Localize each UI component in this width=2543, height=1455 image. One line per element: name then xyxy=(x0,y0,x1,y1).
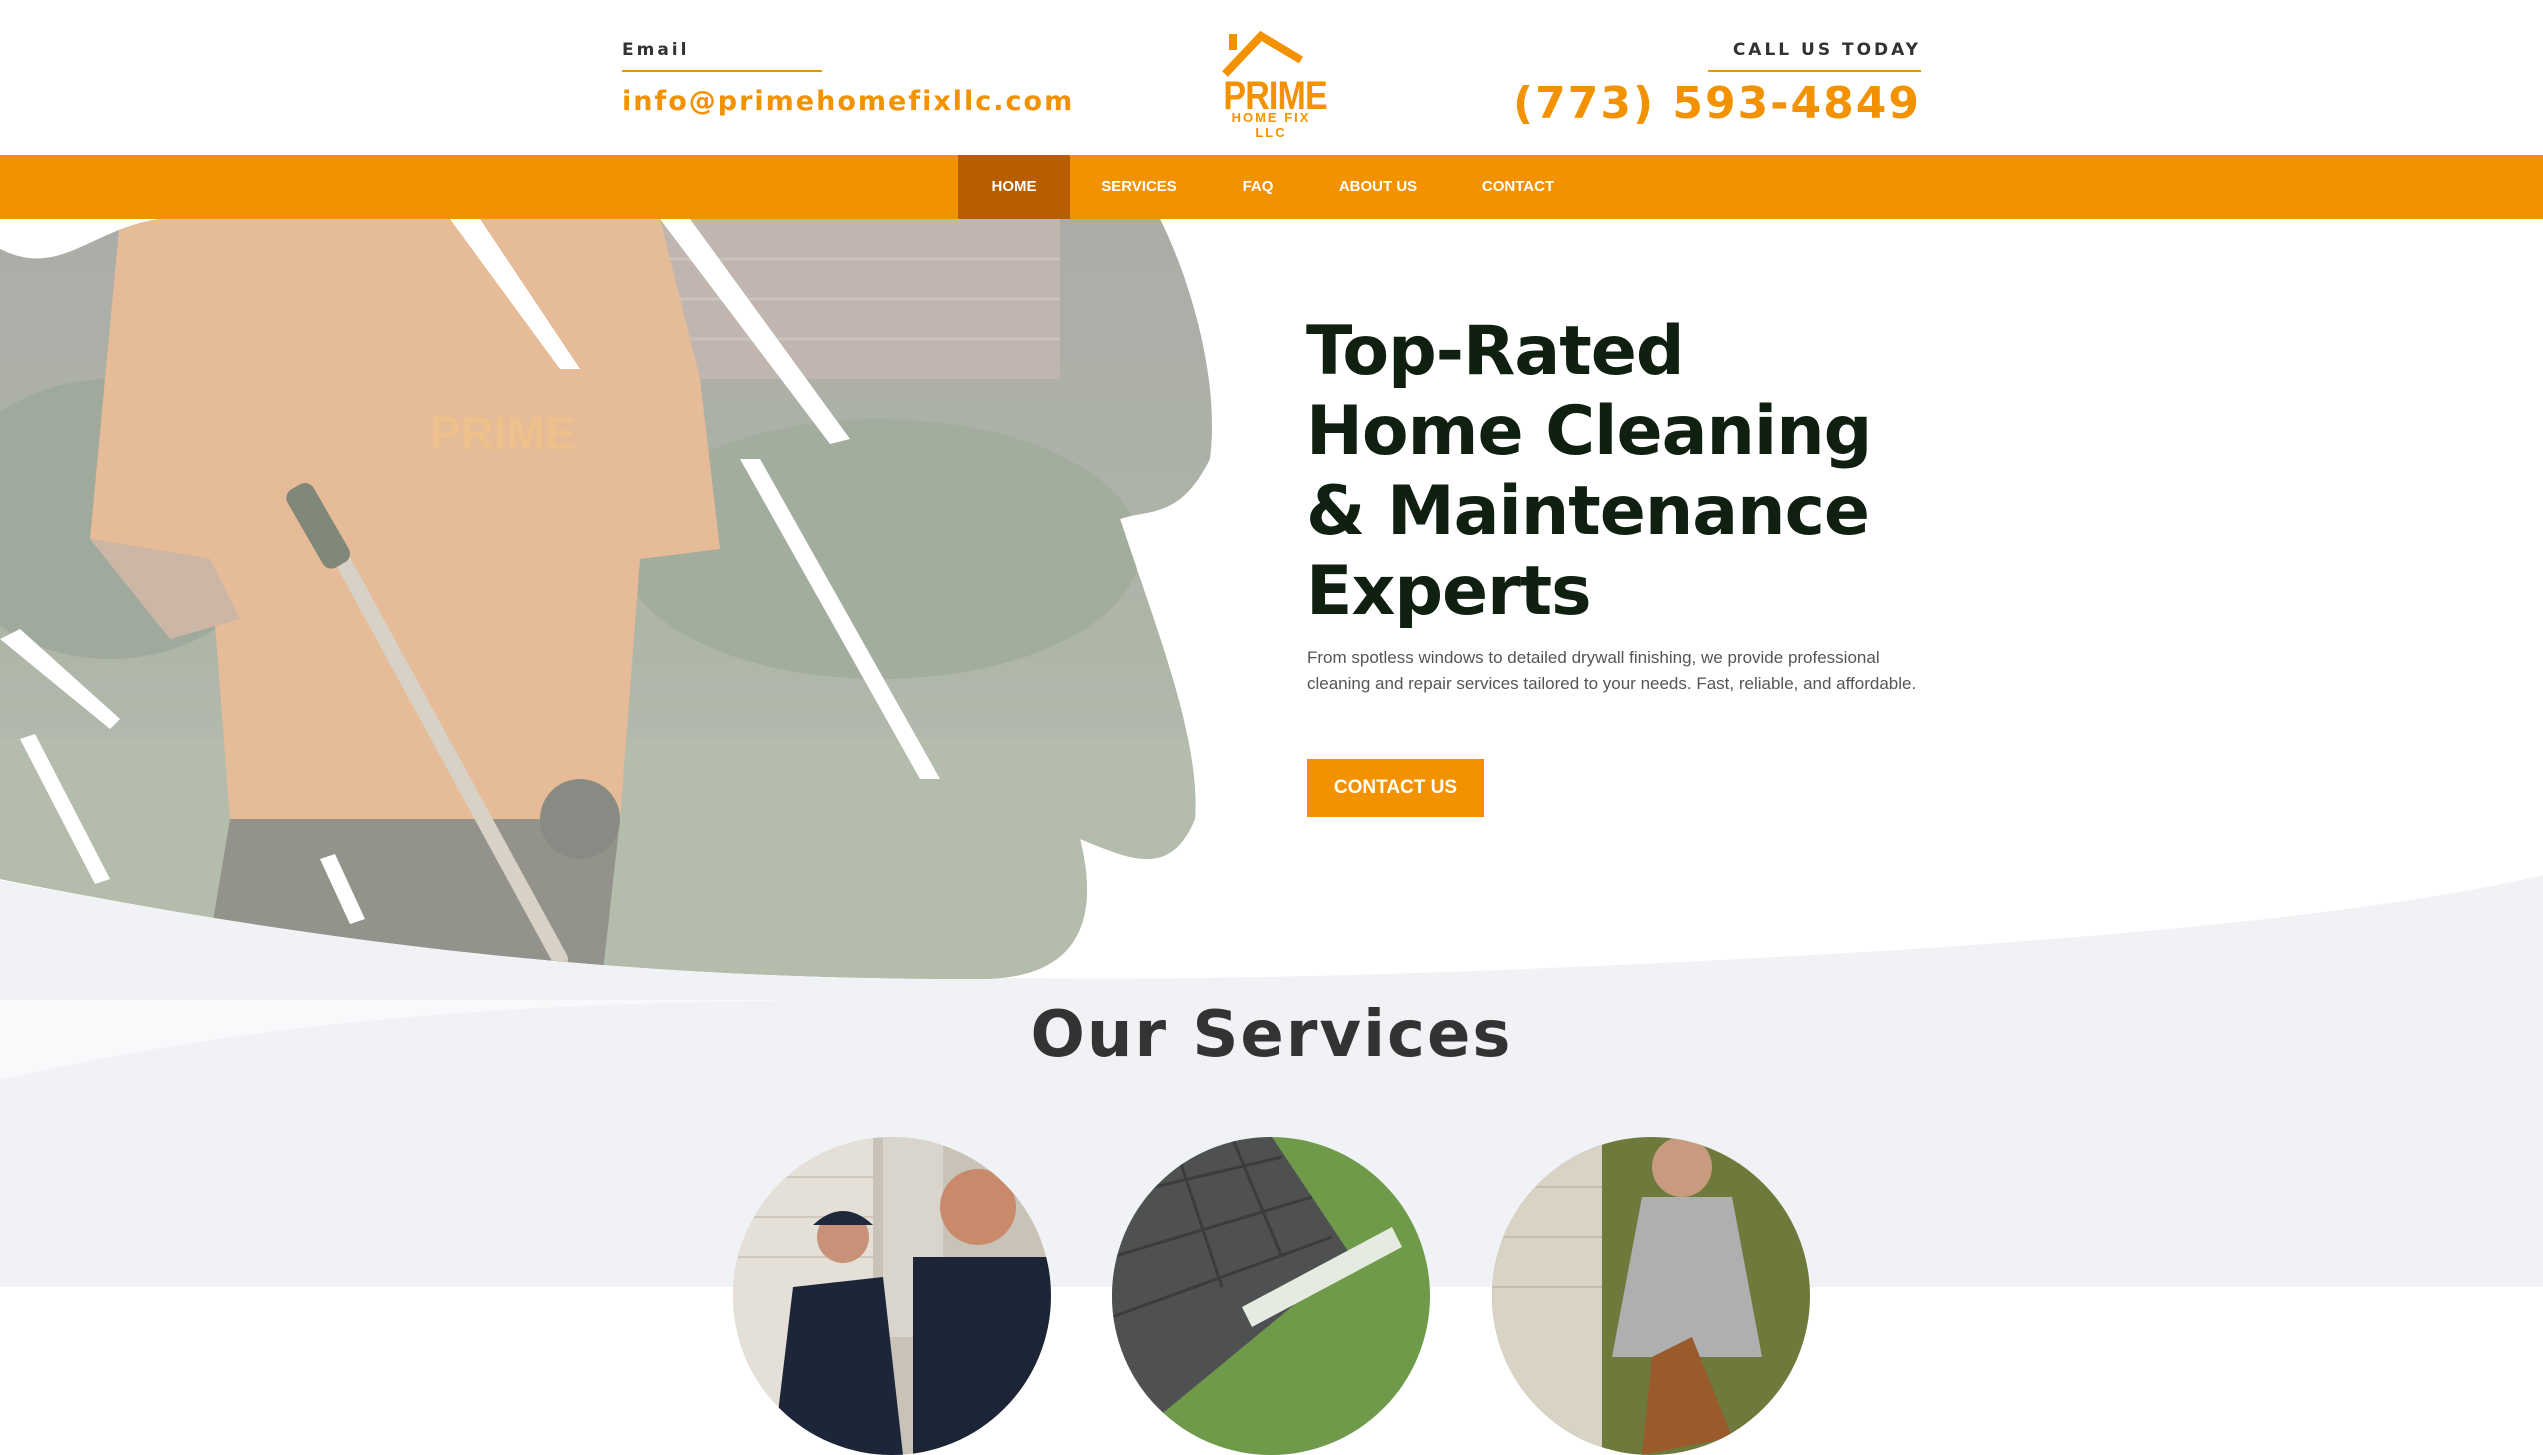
site-logo[interactable]: PRIME HOME FIX LLC xyxy=(1215,30,1328,140)
service-card-image-2[interactable] xyxy=(1112,1137,1430,1455)
services-title: Our Services xyxy=(1030,998,1513,1072)
hero-photo: PRIME xyxy=(0,219,1212,979)
phone-block: CALL US TODAY (773) 593-4849 xyxy=(1513,40,1921,129)
house-roof-icon xyxy=(1222,30,1304,77)
nav-item-faq[interactable]: FAQ xyxy=(1208,155,1308,219)
phone-link[interactable]: (773) 593-4849 xyxy=(1513,78,1921,129)
roof-gutter-photo xyxy=(1112,1137,1430,1455)
nav-item-services[interactable]: SERVICES xyxy=(1070,155,1208,219)
workers-photo xyxy=(733,1137,1051,1455)
email-block: Email info@primehomefixllc.com xyxy=(622,40,1074,117)
divider xyxy=(622,70,822,72)
hero-title: Top-Rated Home Cleaning & Maintenance Ex… xyxy=(1306,312,1872,631)
lawn-worker-photo xyxy=(1492,1137,1810,1455)
nav-item-home[interactable]: HOME xyxy=(958,155,1070,219)
divider xyxy=(1708,70,1921,72)
hero-description: From spotless windows to detailed drywal… xyxy=(1307,648,1917,693)
logo-subline: HOME FIX LLC xyxy=(1231,110,1311,140)
site-header: Email info@primehomefixllc.com PRIME HOM… xyxy=(0,0,2543,155)
email-link[interactable]: info@primehomefixllc.com xyxy=(622,86,1074,117)
nav-item-about-us[interactable]: ABOUT US xyxy=(1308,155,1448,219)
service-card-image-3[interactable] xyxy=(1492,1137,1810,1455)
main-nav: HOME SERVICES FAQ ABOUT US CONTACT xyxy=(0,155,2543,219)
contact-us-button[interactable]: CONTACT US xyxy=(1307,759,1484,817)
nav-item-contact[interactable]: CONTACT xyxy=(1448,155,1588,219)
phone-label: CALL US TODAY xyxy=(1732,40,1921,60)
email-label: Email xyxy=(622,40,690,60)
service-card-image-1[interactable] xyxy=(733,1137,1051,1455)
